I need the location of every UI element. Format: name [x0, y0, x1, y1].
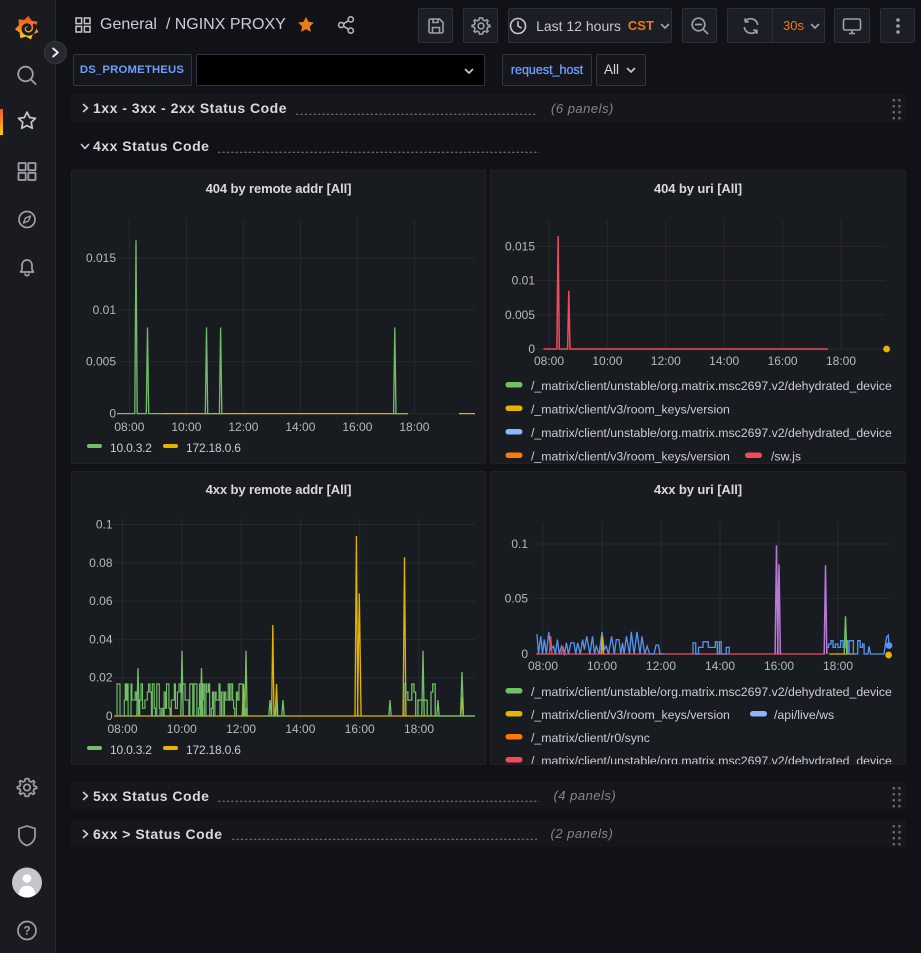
svg-text:?: ?: [23, 924, 30, 938]
svg-text:12:00: 12:00: [228, 420, 258, 434]
svg-text:12:00: 12:00: [651, 354, 681, 368]
svg-text:14:00: 14:00: [285, 420, 315, 434]
svg-text:0.06: 0.06: [89, 594, 113, 608]
svg-text:0.04: 0.04: [89, 632, 113, 646]
svg-text:/_matrix/client/v3/room_keys/v: /_matrix/client/v3/room_keys/version: [531, 708, 730, 722]
svg-text:16:00: 16:00: [345, 722, 375, 736]
svg-text:0: 0: [106, 709, 113, 723]
svg-text:172.18.0.6: 172.18.0.6: [186, 441, 241, 455]
svg-text:/_matrix/client/unstable/org.m: /_matrix/client/unstable/org.matrix.msc2…: [531, 685, 892, 699]
svg-text:10:00: 10:00: [587, 659, 617, 673]
svg-text:10:00: 10:00: [592, 354, 622, 368]
svg-text:0.005: 0.005: [86, 355, 116, 369]
svg-text:0.1: 0.1: [96, 518, 113, 532]
svg-text:0.01: 0.01: [512, 274, 536, 288]
svg-text:0.05: 0.05: [505, 592, 529, 606]
svg-text:12:00: 12:00: [226, 722, 256, 736]
svg-text:08:00: 08:00: [528, 659, 558, 673]
svg-text:16:00: 16:00: [768, 354, 798, 368]
svg-text:18:00: 18:00: [399, 420, 429, 434]
svg-text:10:00: 10:00: [171, 420, 201, 434]
svg-text:14:00: 14:00: [705, 659, 735, 673]
svg-text:/_matrix/client/unstable/org.m: /_matrix/client/unstable/org.matrix.msc2…: [531, 754, 892, 765]
svg-text:0: 0: [109, 407, 116, 421]
svg-text:0.08: 0.08: [89, 556, 113, 570]
svg-text:0.1: 0.1: [511, 537, 528, 551]
svg-text:18:00: 18:00: [823, 659, 853, 673]
svg-text:12:00: 12:00: [646, 659, 676, 673]
svg-text:10.0.3.2: 10.0.3.2: [110, 441, 152, 455]
svg-text:08:00: 08:00: [534, 354, 564, 368]
svg-text:172.18.0.6: 172.18.0.6: [186, 743, 241, 757]
svg-text:10:00: 10:00: [167, 722, 197, 736]
svg-text:0.02: 0.02: [89, 671, 113, 685]
svg-text:0.005: 0.005: [505, 308, 535, 322]
svg-text:18:00: 18:00: [826, 354, 856, 368]
svg-text:/_matrix/client/unstable/org.m: /_matrix/client/unstable/org.matrix.msc2…: [531, 426, 892, 440]
svg-text:/_matrix/client/v3/room_keys/v: /_matrix/client/v3/room_keys/version: [531, 450, 730, 464]
svg-text:16:00: 16:00: [342, 420, 372, 434]
svg-text:/_matrix/client/unstable/org.m: /_matrix/client/unstable/org.matrix.msc2…: [531, 379, 892, 393]
svg-text:0.01: 0.01: [93, 303, 117, 317]
svg-text:08:00: 08:00: [107, 722, 137, 736]
svg-text:0.015: 0.015: [86, 251, 116, 265]
svg-text:0.015: 0.015: [505, 239, 535, 253]
svg-text:/api/live/ws: /api/live/ws: [774, 708, 834, 722]
svg-text:14:00: 14:00: [285, 722, 315, 736]
svg-text:16:00: 16:00: [764, 659, 794, 673]
svg-text:/_matrix/client/v3/room_keys/v: /_matrix/client/v3/room_keys/version: [531, 403, 730, 417]
svg-text:14:00: 14:00: [709, 354, 739, 368]
svg-text:/sw.js: /sw.js: [771, 450, 801, 464]
svg-text:08:00: 08:00: [114, 420, 144, 434]
svg-text:10.0.3.2: 10.0.3.2: [110, 743, 152, 757]
svg-text:18:00: 18:00: [404, 722, 434, 736]
svg-text:/_matrix/client/r0/sync: /_matrix/client/r0/sync: [531, 731, 650, 745]
